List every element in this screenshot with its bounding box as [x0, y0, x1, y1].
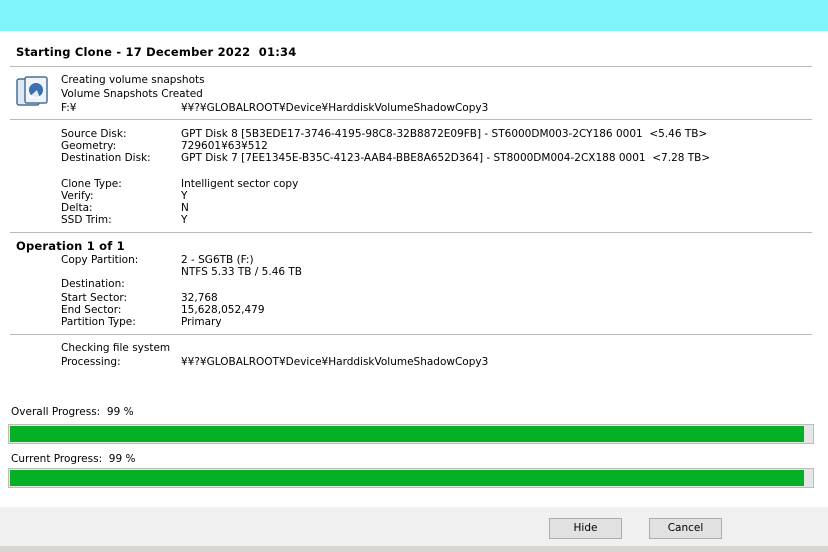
copy-partition-detail: NTFS 5.33 TB / 5.46 TB	[181, 266, 303, 278]
geometry-value: 729601¥63¥512	[181, 140, 268, 152]
dialog-footer: Hide Cancel	[0, 507, 828, 552]
partition-type-value: Primary	[181, 316, 222, 328]
operation-heading: Operation 1 of 1	[16, 239, 125, 253]
snapshot-drive: F:¥	[61, 102, 77, 114]
end-sector-label: End Sector:	[61, 304, 122, 316]
separator	[10, 119, 812, 120]
destination-label: Destination:	[61, 278, 125, 290]
clone-log-panel: Starting Clone - 17 December 2022 01:34 …	[0, 31, 828, 396]
end-sector-value: 15,628,052,479	[181, 304, 265, 316]
hide-button[interactable]: Hide	[549, 518, 622, 539]
title-bar[interactable]	[0, 0, 828, 31]
checking-status: Checking file system	[61, 342, 171, 354]
clone-type-label: Clone Type:	[61, 178, 122, 190]
separator	[10, 232, 812, 233]
verify-label: Verify:	[61, 190, 94, 202]
snapshot-status-2: Volume Snapshots Created	[61, 88, 203, 100]
geometry-label: Geometry:	[61, 140, 117, 152]
overall-progress-bar	[8, 424, 814, 444]
current-progress-bar	[8, 468, 814, 488]
copy-partition-label: Copy Partition:	[61, 254, 139, 266]
source-disk-label: Source Disk:	[61, 128, 127, 140]
processing-value: ¥¥?¥GLOBALROOT¥Device¥HarddiskVolumeShad…	[181, 356, 489, 368]
clone-heading: Starting Clone - 17 December 2022 01:34	[16, 45, 297, 59]
desktop-background-strip	[0, 546, 828, 552]
snapshot-status-1: Creating volume snapshots	[61, 74, 205, 86]
volume-snapshot-icon	[16, 76, 48, 106]
overall-progress-label: Overall Progress: 99 %	[11, 406, 134, 418]
current-progress-fill	[10, 470, 804, 486]
snapshot-path: ¥¥?¥GLOBALROOT¥Device¥HarddiskVolumeShad…	[181, 102, 489, 114]
ssd-trim-label: SSD Trim:	[61, 214, 112, 226]
partition-type-label: Partition Type:	[61, 316, 136, 328]
clone-type-value: Intelligent sector copy	[181, 178, 299, 190]
overall-progress-fill	[10, 426, 804, 442]
cancel-button[interactable]: Cancel	[649, 518, 722, 539]
current-progress-label: Current Progress: 99 %	[11, 453, 136, 465]
separator	[10, 66, 812, 67]
source-disk-value: GPT Disk 8 [5B3EDE17-3746-4195-98C8-32B8…	[181, 128, 708, 140]
copy-partition-value: 2 - SG6TB (F:)	[181, 254, 254, 266]
delta-label: Delta:	[61, 202, 93, 214]
delta-value: N	[181, 202, 189, 214]
verify-value: Y	[181, 190, 188, 202]
start-sector-value: 32,768	[181, 292, 218, 304]
separator	[10, 334, 812, 335]
destination-disk-label: Destination Disk:	[61, 152, 151, 164]
processing-label: Processing:	[61, 356, 121, 368]
ssd-trim-value: Y	[181, 214, 188, 226]
destination-disk-value: GPT Disk 7 [7EE1345E-B35C-4123-AAB4-BBE8…	[181, 152, 711, 164]
start-sector-label: Start Sector:	[61, 292, 128, 304]
